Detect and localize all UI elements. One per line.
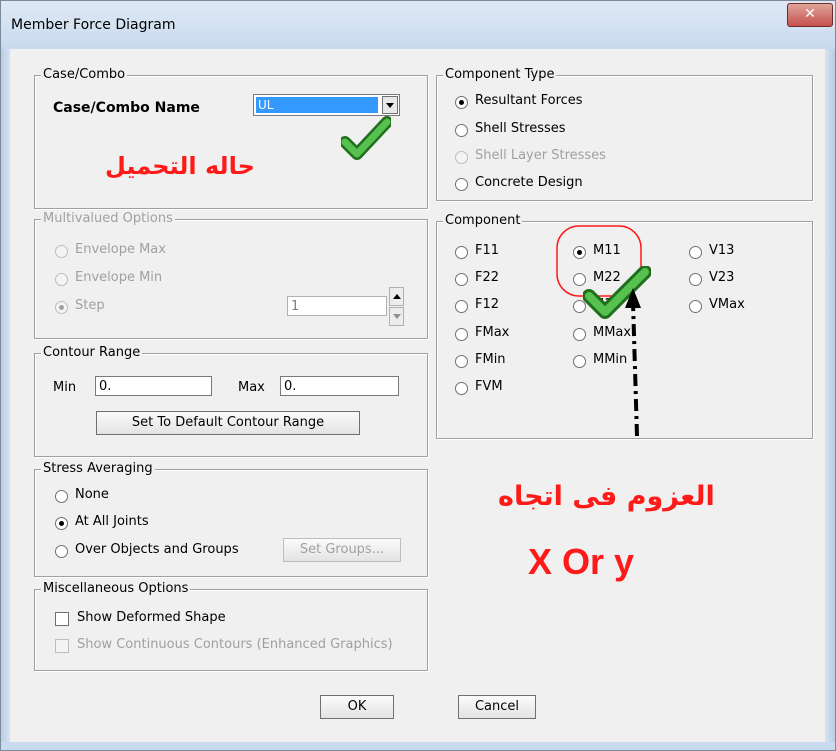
multivalued-options-group: Multivalued Options Envelope Max Envelop…: [34, 211, 428, 339]
resultant-forces-label: Resultant Forces: [475, 93, 583, 108]
fmin-label: FMin: [475, 352, 506, 367]
component-type-group: Component Type Resultant Forces Shell St…: [436, 67, 813, 201]
cancel-button[interactable]: Cancel: [458, 695, 536, 719]
moments-direction-annotation: العزوم فى اتجاه: [498, 481, 715, 512]
v13-radio[interactable]: [689, 246, 702, 259]
fmax-radio[interactable]: [455, 328, 468, 341]
multivalued-options-legend: Multivalued Options: [41, 211, 175, 226]
v23-label: V23: [709, 270, 735, 285]
mmin-radio[interactable]: [573, 355, 586, 368]
stress-objects-groups-radio[interactable]: [55, 545, 68, 558]
shell-stresses-label: Shell Stresses: [475, 121, 566, 136]
shell-layer-stresses-label: Shell Layer Stresses: [475, 148, 606, 163]
fmax-label: FMax: [475, 325, 510, 340]
contour-max-label: Max: [238, 380, 265, 395]
fvm-label: FVM: [475, 379, 503, 394]
mmax-radio[interactable]: [573, 328, 586, 341]
stress-none-label: None: [75, 487, 109, 502]
v23-radio[interactable]: [689, 273, 702, 286]
set-default-contour-button[interactable]: Set To Default Contour Range: [96, 411, 360, 435]
envelope-max-radio[interactable]: [55, 245, 68, 258]
stress-objects-groups-label: Over Objects and Groups: [75, 542, 239, 557]
contour-min-label: Min: [53, 380, 77, 395]
green-check-icon: [341, 116, 391, 160]
stress-averaging-legend: Stress Averaging: [41, 461, 155, 476]
window-border-left: [1, 49, 10, 749]
show-deformed-label: Show Deformed Shape: [77, 610, 226, 625]
contour-range-group: Contour Range Min 0. Max 0. Set To Defau…: [34, 345, 428, 457]
contour-max-input[interactable]: 0.: [280, 376, 399, 396]
envelope-min-label: Envelope Min: [75, 270, 163, 285]
chevron-down-icon[interactable]: [382, 96, 398, 114]
component-group: Component F11 F22 F12 FMax FMin FVM M11 …: [436, 213, 813, 439]
member-force-diagram-window: Member Force Diagram ✕ Case/Combo Case/C…: [0, 0, 836, 751]
f22-label: F22: [475, 270, 500, 285]
show-continuous-checkbox[interactable]: [55, 639, 69, 653]
loading-case-annotation: حاله التحميل: [105, 152, 255, 180]
misc-options-legend: Miscellaneous Options: [41, 581, 191, 596]
stress-none-radio[interactable]: [55, 490, 68, 503]
vmax-radio[interactable]: [689, 300, 702, 313]
dialog-content: Case/Combo Case/Combo Name UL حاله التحم…: [10, 49, 825, 742]
concrete-design-label: Concrete Design: [475, 175, 583, 190]
f12-radio[interactable]: [455, 300, 468, 313]
step-radio[interactable]: [55, 301, 68, 314]
fmin-radio[interactable]: [455, 355, 468, 368]
spin-down-icon[interactable]: [389, 307, 404, 326]
shell-layer-stresses-radio[interactable]: [455, 151, 468, 164]
contour-range-legend: Contour Range: [41, 345, 143, 360]
f11-label: F11: [475, 243, 500, 258]
shell-stresses-radio[interactable]: [455, 124, 468, 137]
component-type-legend: Component Type: [443, 67, 557, 82]
window-border-bottom: [1, 742, 835, 750]
f22-radio[interactable]: [455, 273, 468, 286]
f11-radio[interactable]: [455, 246, 468, 259]
case-combo-dropdown[interactable]: UL: [253, 94, 400, 116]
window-border-right: [825, 49, 835, 749]
show-continuous-label: Show Continuous Contours (Enhanced Graph…: [77, 637, 393, 652]
case-combo-name-label: Case/Combo Name: [53, 100, 200, 116]
misc-options-group: Miscellaneous Options Show Deformed Shap…: [34, 581, 428, 671]
arrow-up-icon: [625, 288, 641, 437]
fvm-radio[interactable]: [455, 382, 468, 395]
step-spinner[interactable]: [389, 287, 404, 327]
step-label: Step: [75, 298, 105, 313]
vmax-label: VMax: [709, 297, 745, 312]
step-input[interactable]: 1: [287, 296, 387, 316]
case-combo-legend: Case/Combo: [41, 67, 128, 82]
envelope-min-radio[interactable]: [55, 273, 68, 286]
component-legend: Component: [443, 213, 523, 228]
concrete-design-radio[interactable]: [455, 178, 468, 191]
window-title: Member Force Diagram: [11, 17, 176, 33]
axes-annotation: X Or y: [528, 541, 635, 582]
ok-button[interactable]: OK: [320, 695, 394, 719]
title-bar: Member Force Diagram ✕: [1, 1, 835, 50]
close-button[interactable]: ✕: [787, 3, 833, 27]
case-combo-selected-value: UL: [256, 97, 378, 113]
set-groups-button[interactable]: Set Groups...: [283, 538, 401, 562]
resultant-forces-radio[interactable]: [455, 96, 468, 109]
case-combo-group: Case/Combo Case/Combo Name UL حاله التحم…: [34, 67, 428, 209]
show-deformed-checkbox[interactable]: [55, 612, 69, 626]
stress-averaging-group: Stress Averaging None At All Joints Over…: [34, 461, 428, 577]
f12-label: F12: [475, 297, 500, 312]
stress-all-joints-label: At All Joints: [75, 514, 149, 529]
stress-all-joints-radio[interactable]: [55, 517, 68, 530]
spin-up-icon[interactable]: [389, 287, 404, 306]
v13-label: V13: [709, 243, 735, 258]
envelope-max-label: Envelope Max: [75, 242, 166, 257]
contour-min-input[interactable]: 0.: [95, 376, 212, 396]
